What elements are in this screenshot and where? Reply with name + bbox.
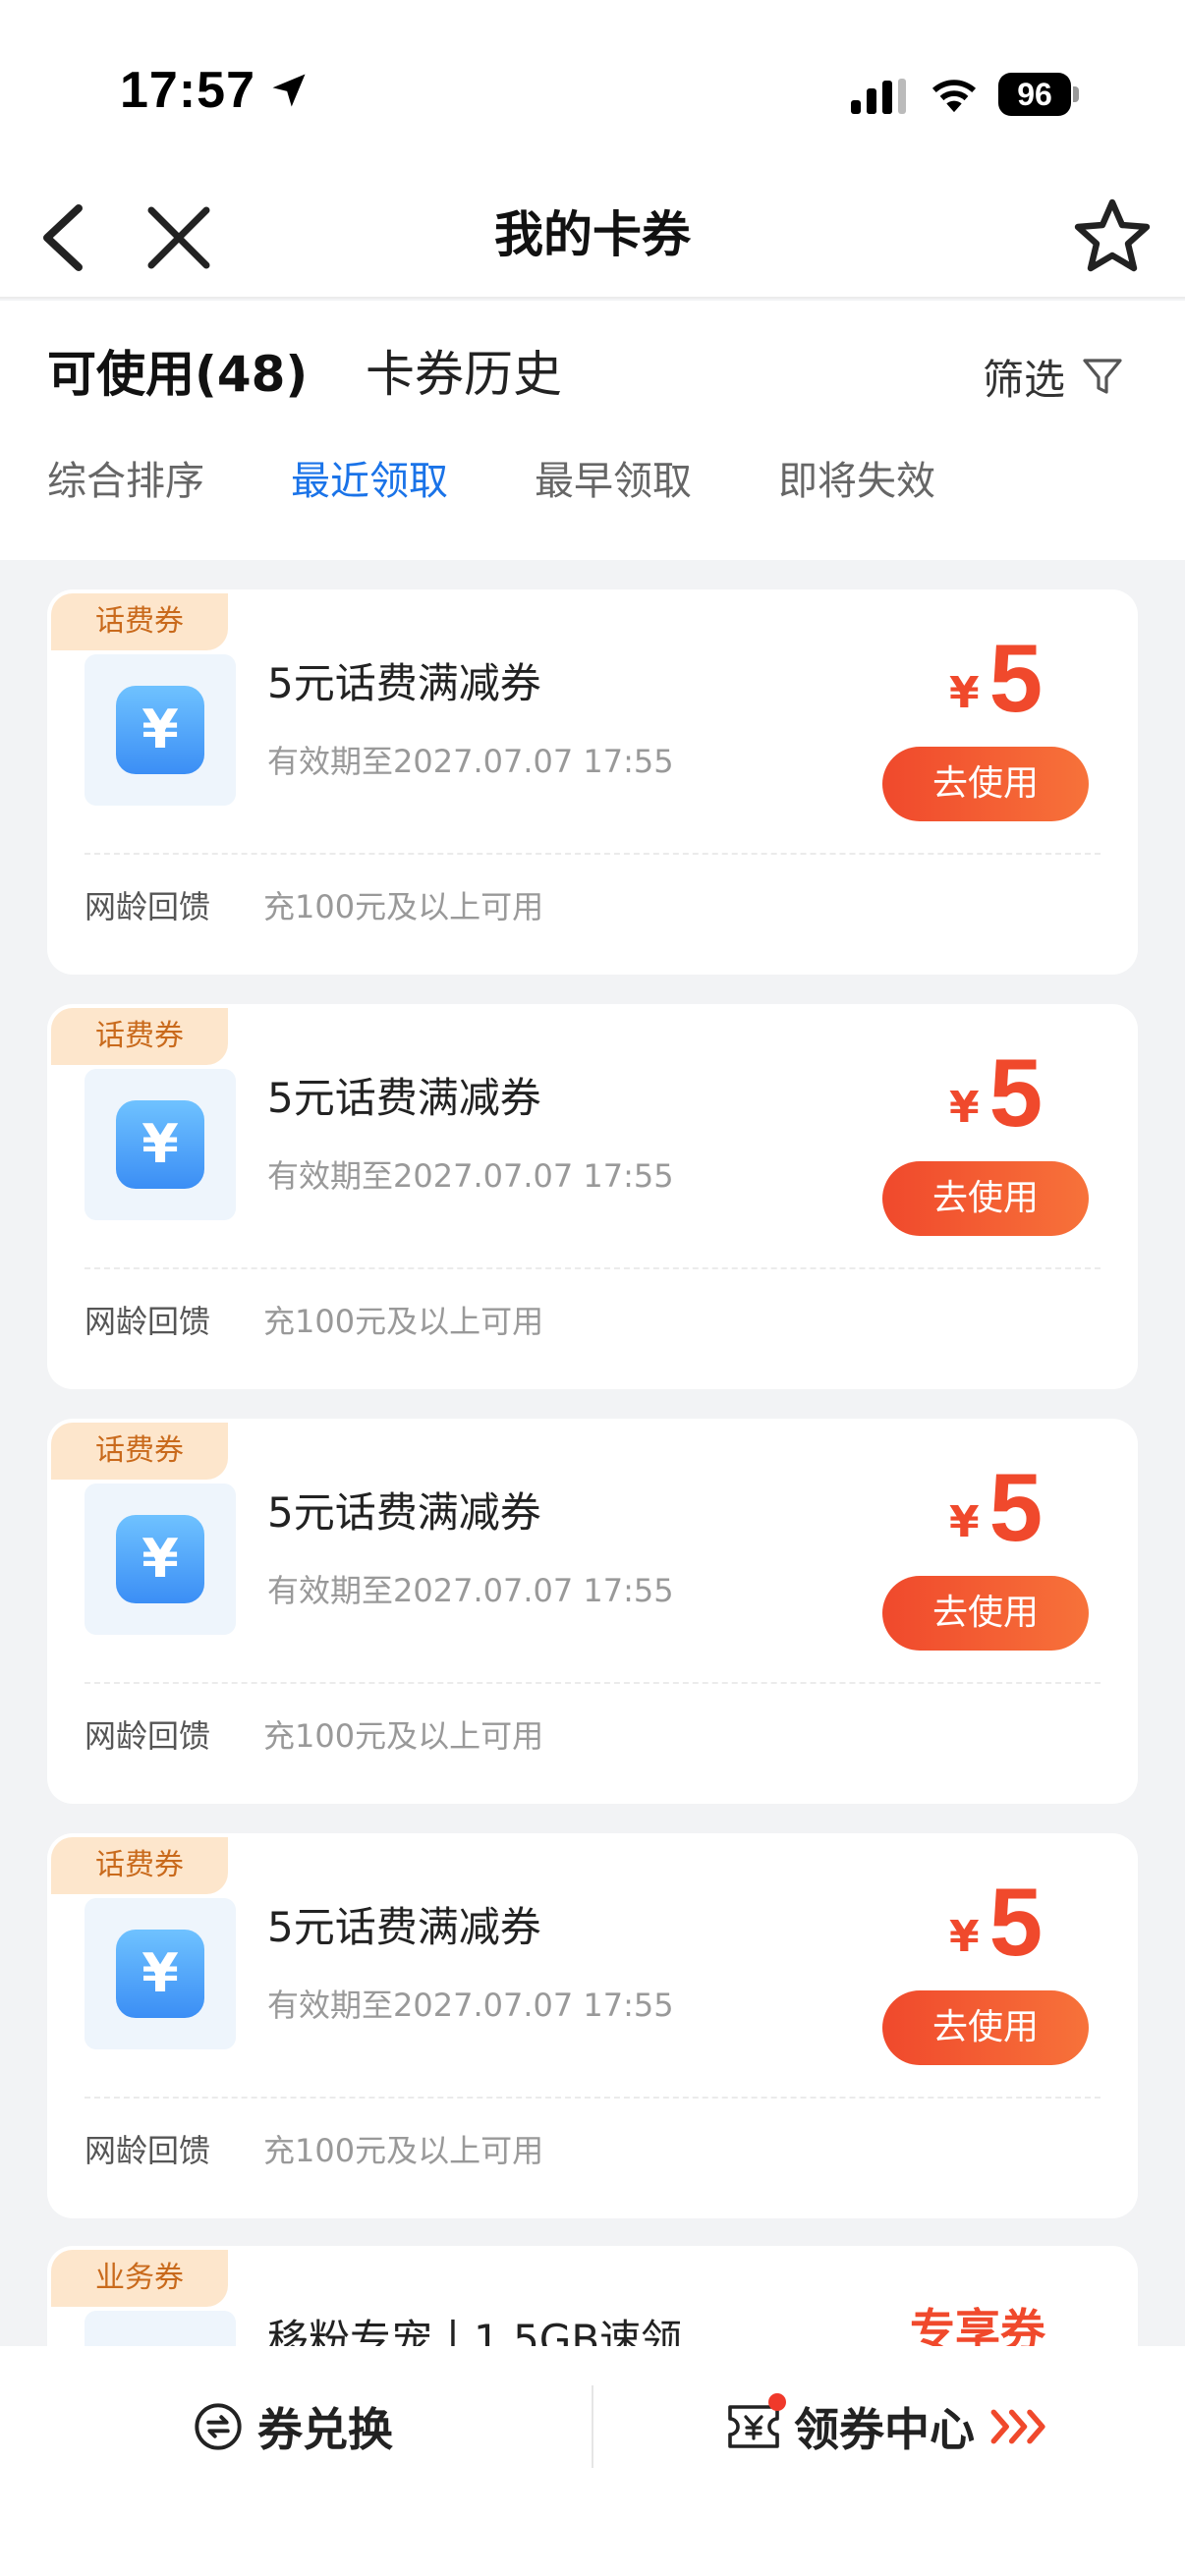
bottom-divider — [592, 2385, 593, 2468]
sort-comprehensive[interactable]: 综合排序 — [47, 452, 204, 511]
coupon-price: ¥ 5 — [949, 1043, 1043, 1142]
coupon-tag: 话费券 — [51, 593, 228, 650]
currency-symbol: ¥ — [949, 1083, 980, 1133]
coupon-name: 5元话费满减券 — [267, 1074, 541, 1122]
yuan-icon: ¥ — [116, 1515, 204, 1603]
sort-earliest[interactable]: 最早领取 — [535, 452, 692, 511]
coupon-tag: 业务券 — [51, 2250, 228, 2307]
coupon-name: 5元话费满减券 — [267, 1488, 541, 1537]
coupon-amount: 5 — [988, 1868, 1044, 1976]
filter-icon — [1083, 359, 1122, 394]
coupon-tag: 话费券 — [51, 1008, 228, 1065]
sort-expiring[interactable]: 即将失效 — [778, 452, 935, 511]
currency-symbol: ¥ — [949, 1497, 980, 1547]
coupon-name: 5元话费满减券 — [267, 1903, 541, 1951]
exchange-button[interactable]: 券兑换 — [193, 2385, 393, 2468]
coupon-card[interactable]: 话费券 ¥ 5元话费满减券 有效期至2027.07.07 17:55 ¥ 5 去… — [47, 1833, 1138, 2218]
coupon-price: ¥ 5 — [949, 1458, 1043, 1556]
card-divider — [85, 2097, 1100, 2099]
coupon-card[interactable]: 话费券 ¥ 5元话费满减券 有效期至2027.07.07 17:55 ¥ 5 去… — [47, 1004, 1138, 1389]
coupon-center-icon — [723, 2393, 786, 2452]
use-button[interactable]: 去使用 — [882, 1990, 1089, 2065]
coupon-price: ¥ 5 — [949, 1873, 1043, 1971]
coupon-icon-wrap: ¥ — [85, 654, 236, 806]
coupon-icon-wrap: ¥ — [85, 1898, 236, 2049]
signal-icon — [851, 79, 906, 114]
coupon-name: 5元话费满减券 — [267, 659, 541, 707]
condition-text: 充100元及以上可用 — [263, 2132, 544, 2169]
use-button[interactable]: 去使用 — [882, 1161, 1089, 1236]
coupon-expiry: 有效期至2027.07.07 17:55 — [267, 1987, 674, 2024]
yuan-icon: ¥ — [116, 686, 204, 774]
exchange-icon — [195, 2403, 242, 2450]
coupon-card[interactable]: 话费券 ¥ 5元话费满减券 有效期至2027.07.07 17:55 ¥ 5 去… — [47, 589, 1138, 975]
coupon-amount: 5 — [988, 624, 1044, 732]
card-divider — [85, 853, 1100, 855]
use-button[interactable]: 去使用 — [882, 1576, 1089, 1651]
battery-tip — [1073, 86, 1079, 102]
coupon-tag: 话费券 — [51, 1423, 228, 1480]
yuan-icon: ¥ — [116, 1100, 204, 1189]
star-icon[interactable] — [1071, 195, 1154, 277]
use-button[interactable]: 去使用 — [882, 747, 1089, 821]
bottom-bar: 券兑换 领券中心 — [0, 2346, 1185, 2576]
coupon-price: ¥ 5 — [949, 629, 1043, 727]
card-divider — [85, 1682, 1100, 1684]
yuan-icon: ¥ — [116, 1930, 204, 2018]
location-arrow-icon — [272, 74, 306, 107]
battery-indicator: 96 — [998, 73, 1079, 116]
tabs-area: 可使用(48) 卡券历史 筛选 综合排序 最近领取 最早领取 即将失效 — [0, 301, 1185, 560]
tab-available[interactable]: 可使用(48) — [47, 340, 308, 409]
exchange-label: 券兑换 — [257, 2403, 393, 2456]
condition-label: 网龄回馈 — [85, 2132, 211, 2169]
condition-label: 网龄回馈 — [85, 1303, 211, 1340]
card-divider — [85, 1267, 1100, 1269]
tab-history[interactable]: 卡券历史 — [366, 340, 562, 409]
coupon-icon-wrap: ¥ — [85, 1069, 236, 1220]
chevron-right-icon — [990, 2409, 1045, 2444]
battery-level: 96 — [998, 73, 1071, 116]
coupon-center-button[interactable]: 领券中心 — [723, 2385, 1051, 2468]
filter-label: 筛选 — [983, 355, 1066, 404]
coupon-expiry: 有效期至2027.07.07 17:55 — [267, 1572, 674, 1609]
wifi-icon — [931, 80, 977, 113]
nav-bar: 我的卡券 — [0, 177, 1185, 299]
coupon-card[interactable]: 话费券 ¥ 5元话费满减券 有效期至2027.07.07 17:55 ¥ 5 去… — [47, 1419, 1138, 1804]
condition-text: 充100元及以上可用 — [263, 888, 544, 925]
coupon-center-label: 领券中心 — [794, 2403, 975, 2456]
page-title: 我的卡券 — [494, 206, 691, 263]
condition-text: 充100元及以上可用 — [263, 1303, 544, 1340]
currency-symbol: ¥ — [949, 1912, 980, 1962]
coupon-expiry: 有效期至2027.07.07 17:55 — [267, 743, 674, 780]
filter-button[interactable]: 筛选 — [983, 342, 1126, 411]
currency-symbol: ¥ — [949, 668, 980, 718]
condition-label: 网龄回馈 — [85, 888, 211, 925]
coupon-tag: 话费券 — [51, 1837, 228, 1894]
coupon-amount: 5 — [988, 1453, 1044, 1561]
notification-dot — [768, 2393, 786, 2411]
status-bar: 17:57 96 — [0, 0, 1185, 177]
sort-recent[interactable]: 最近领取 — [291, 452, 448, 511]
condition-text: 充100元及以上可用 — [263, 1717, 544, 1755]
coupon-icon-wrap: ¥ — [85, 1484, 236, 1635]
status-time: 17:57 — [120, 62, 255, 119]
condition-label: 网龄回馈 — [85, 1717, 211, 1755]
coupon-amount: 5 — [988, 1038, 1044, 1147]
coupon-expiry: 有效期至2027.07.07 17:55 — [267, 1157, 674, 1195]
